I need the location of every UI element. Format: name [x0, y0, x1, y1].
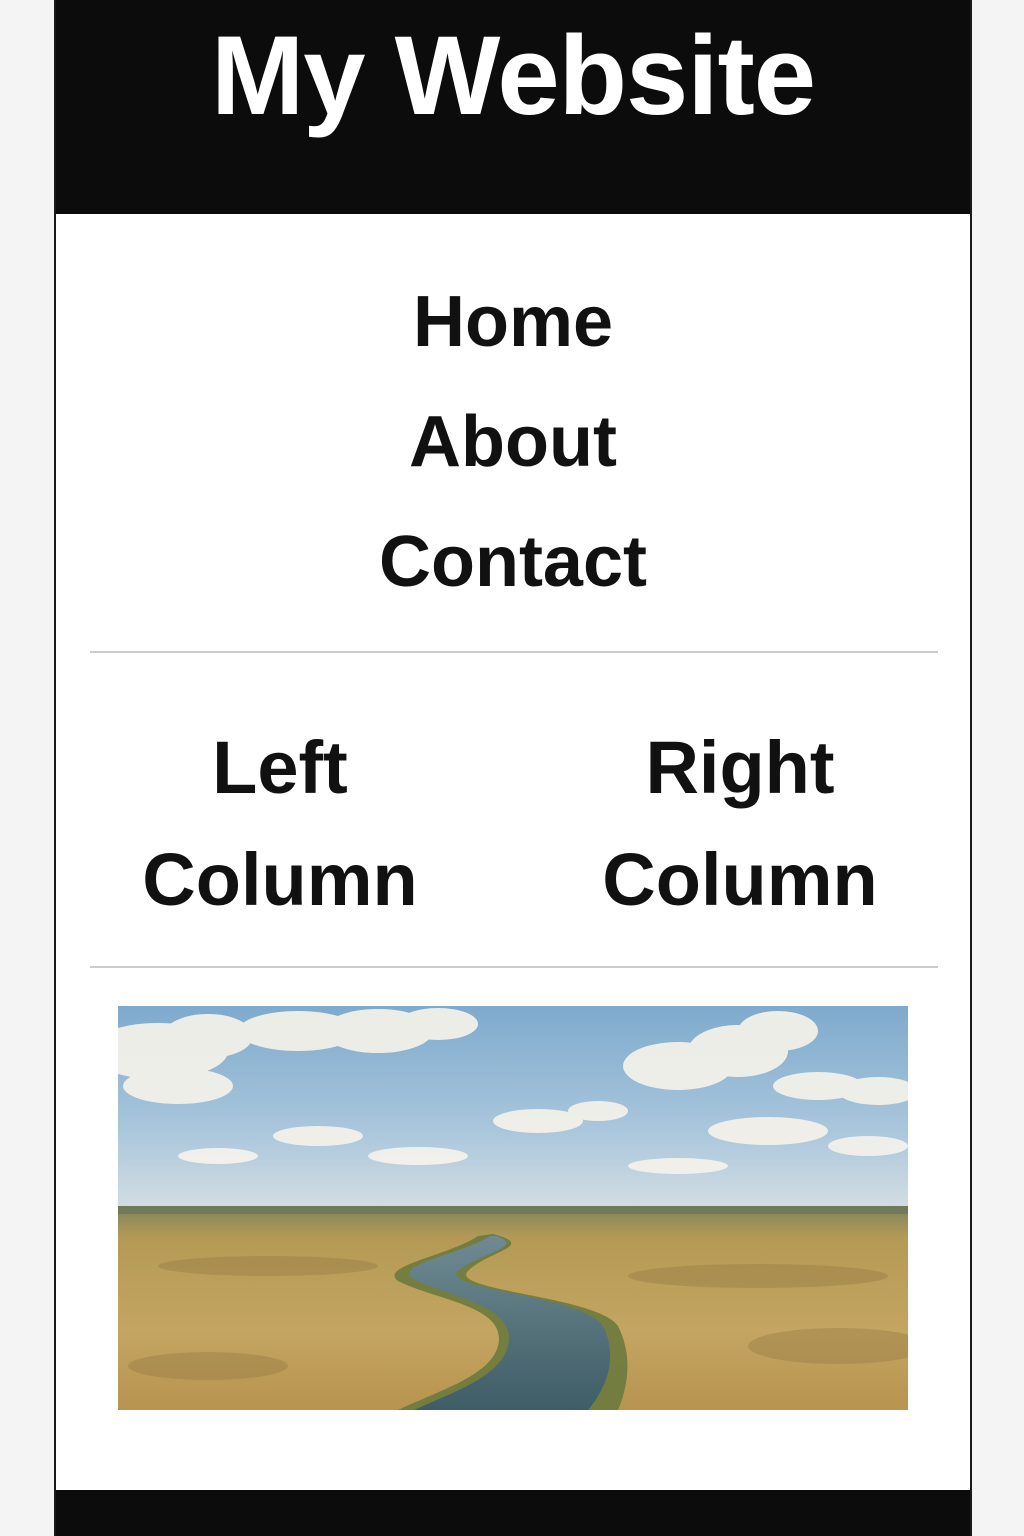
hero-image [118, 1006, 908, 1410]
nav-divider [90, 651, 938, 653]
nav-item-about[interactable]: About [56, 382, 970, 502]
nav-item-home[interactable]: Home [56, 262, 970, 382]
main-nav: Home About Contact [56, 262, 970, 622]
site-header: My Website [56, 0, 970, 214]
right-column: Right Column [602, 726, 878, 921]
nav-item-contact[interactable]: Contact [56, 502, 970, 622]
site-title: My Website [210, 13, 816, 138]
columns-divider [90, 966, 938, 968]
site-footer [56, 1490, 970, 1536]
page: My Website Home About Contact Left Colum… [54, 0, 972, 1536]
left-column: Left Column [142, 726, 418, 921]
